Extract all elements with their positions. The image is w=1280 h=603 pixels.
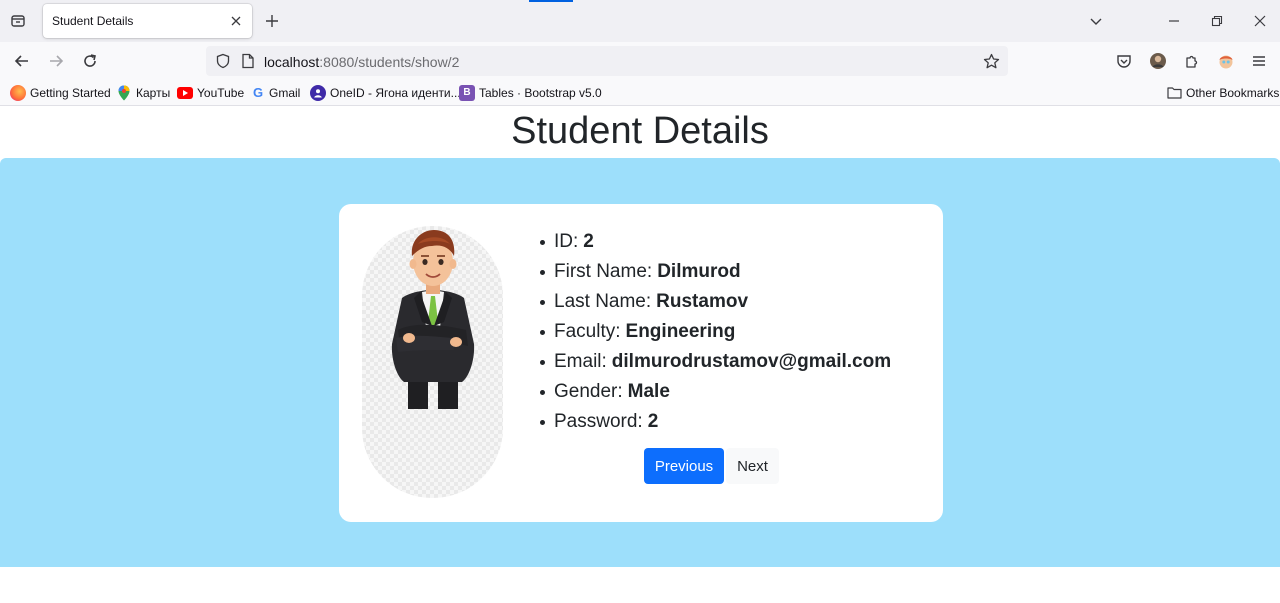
back-arrow-icon[interactable] (10, 49, 34, 73)
previous-button[interactable]: Previous (644, 448, 724, 484)
bookmark-maps[interactable]: Карты (116, 84, 170, 101)
page-icon[interactable] (239, 52, 257, 70)
bookmarks-toolbar: Getting Started Карты YouTube G Gmail On… (0, 79, 1280, 106)
bookmark-label: Карты (136, 85, 171, 100)
detail-value: dilmurodrustamov@gmail.com (611, 351, 892, 372)
url-bar[interactable]: localhost:8080/students/show/2 (206, 46, 1008, 76)
student-details-list: ID: 2 First Name: Dilmurod Last Name: Rusta… (540, 227, 891, 437)
minimize-icon[interactable] (1163, 10, 1185, 32)
student-avatar (362, 226, 503, 498)
bookmark-label: Gmail (269, 85, 301, 100)
detail-password: Password: 2 (540, 407, 891, 437)
pocket-icon[interactable] (1112, 49, 1136, 73)
bookmark-gmail[interactable]: G Gmail (251, 84, 300, 101)
navigation-toolbar: localhost:8080/students/show/2 (0, 42, 1280, 79)
tab-bar: Student Details (0, 0, 1280, 42)
detail-faculty: Faculty: Engineering (540, 317, 891, 347)
detail-label: Last Name: (554, 291, 652, 312)
bullet (540, 299, 545, 305)
detail-email: Email: dilmurodrustamov@gmail.com (540, 347, 891, 377)
url-text[interactable]: localhost:8080/students/show/2 (264, 54, 459, 70)
bookmark-label: OneID - Ягона иденти... (330, 85, 461, 100)
detail-value: Male (627, 381, 670, 402)
bullet (540, 389, 545, 395)
new-tab-plus-icon[interactable] (262, 11, 282, 31)
close-icon[interactable] (228, 13, 244, 29)
detail-label: First Name: (554, 261, 653, 282)
url-host: localhost (264, 54, 320, 70)
url-path: :8080/students/show/2 (319, 54, 460, 70)
bookmark-youtube[interactable]: YouTube (177, 84, 244, 101)
detail-value: 2 (647, 411, 659, 432)
bullet (540, 419, 545, 425)
youtube-icon (177, 86, 193, 99)
extensions-puzzle-icon[interactable] (1180, 49, 1204, 73)
detail-gender: Gender: Male (540, 377, 891, 407)
bullet (540, 269, 545, 275)
businessman-illustration (391, 230, 475, 409)
detail-first-name: First Name: Dilmurod (540, 257, 891, 287)
detail-value: 2 (583, 231, 594, 252)
bookmark-oneid[interactable]: OneID - Ягона иденти... (310, 84, 461, 101)
detail-last-name: Last Name: Rustamov (540, 287, 891, 317)
detail-label: Email: (554, 351, 607, 372)
tab-bar-accent (529, 0, 573, 2)
bullet (540, 359, 545, 365)
page-title: Student Details (511, 110, 769, 152)
bookmark-bootstrap[interactable]: B Tables · Bootstrap v5.0 (459, 84, 602, 101)
chevron-down-icon[interactable] (1085, 10, 1107, 32)
maps-pin-icon (116, 85, 132, 101)
other-bookmarks-label: Other Bookmarks (1186, 85, 1280, 100)
profile-cartoon-icon[interactable] (1214, 49, 1238, 73)
firefox-icon (10, 84, 26, 101)
folder-icon (1166, 85, 1182, 101)
tab-title: Student Details (52, 14, 134, 28)
account-avatar-icon[interactable] (1146, 49, 1170, 73)
bullet (540, 329, 545, 335)
bootstrap-icon: B (459, 84, 475, 101)
shield-icon[interactable] (214, 52, 232, 70)
detail-label: Gender: (554, 381, 623, 402)
bullet (540, 239, 545, 245)
bookmark-label: Getting Started (30, 85, 111, 100)
tab-list-icon[interactable] (6, 9, 30, 33)
other-bookmarks[interactable]: Other Bookmarks (1166, 84, 1279, 101)
reload-icon[interactable] (78, 49, 102, 73)
detail-label: ID: (554, 231, 579, 252)
detail-id: ID: 2 (540, 227, 891, 257)
detail-value: Engineering (625, 321, 736, 342)
detail-value: Dilmurod (657, 261, 741, 282)
window-close-icon[interactable] (1249, 10, 1271, 32)
bookmark-label: Tables · Bootstrap v5.0 (479, 85, 602, 100)
menu-hamburger-icon[interactable] (1247, 49, 1271, 73)
google-icon: G (252, 85, 264, 100)
forward-arrow-icon[interactable] (44, 49, 68, 73)
detail-label: Password: (554, 411, 643, 432)
bookmark-star-icon[interactable] (982, 52, 1000, 70)
user-circle-icon (310, 84, 326, 101)
next-button[interactable]: Next (726, 448, 779, 484)
bookmark-getting-started[interactable]: Getting Started (10, 84, 111, 101)
detail-label: Faculty: (554, 321, 621, 342)
restore-icon[interactable] (1206, 10, 1228, 32)
bookmark-label: YouTube (197, 85, 245, 100)
tab-student-details[interactable]: Student Details (43, 4, 252, 38)
detail-value: Rustamov (656, 291, 749, 312)
